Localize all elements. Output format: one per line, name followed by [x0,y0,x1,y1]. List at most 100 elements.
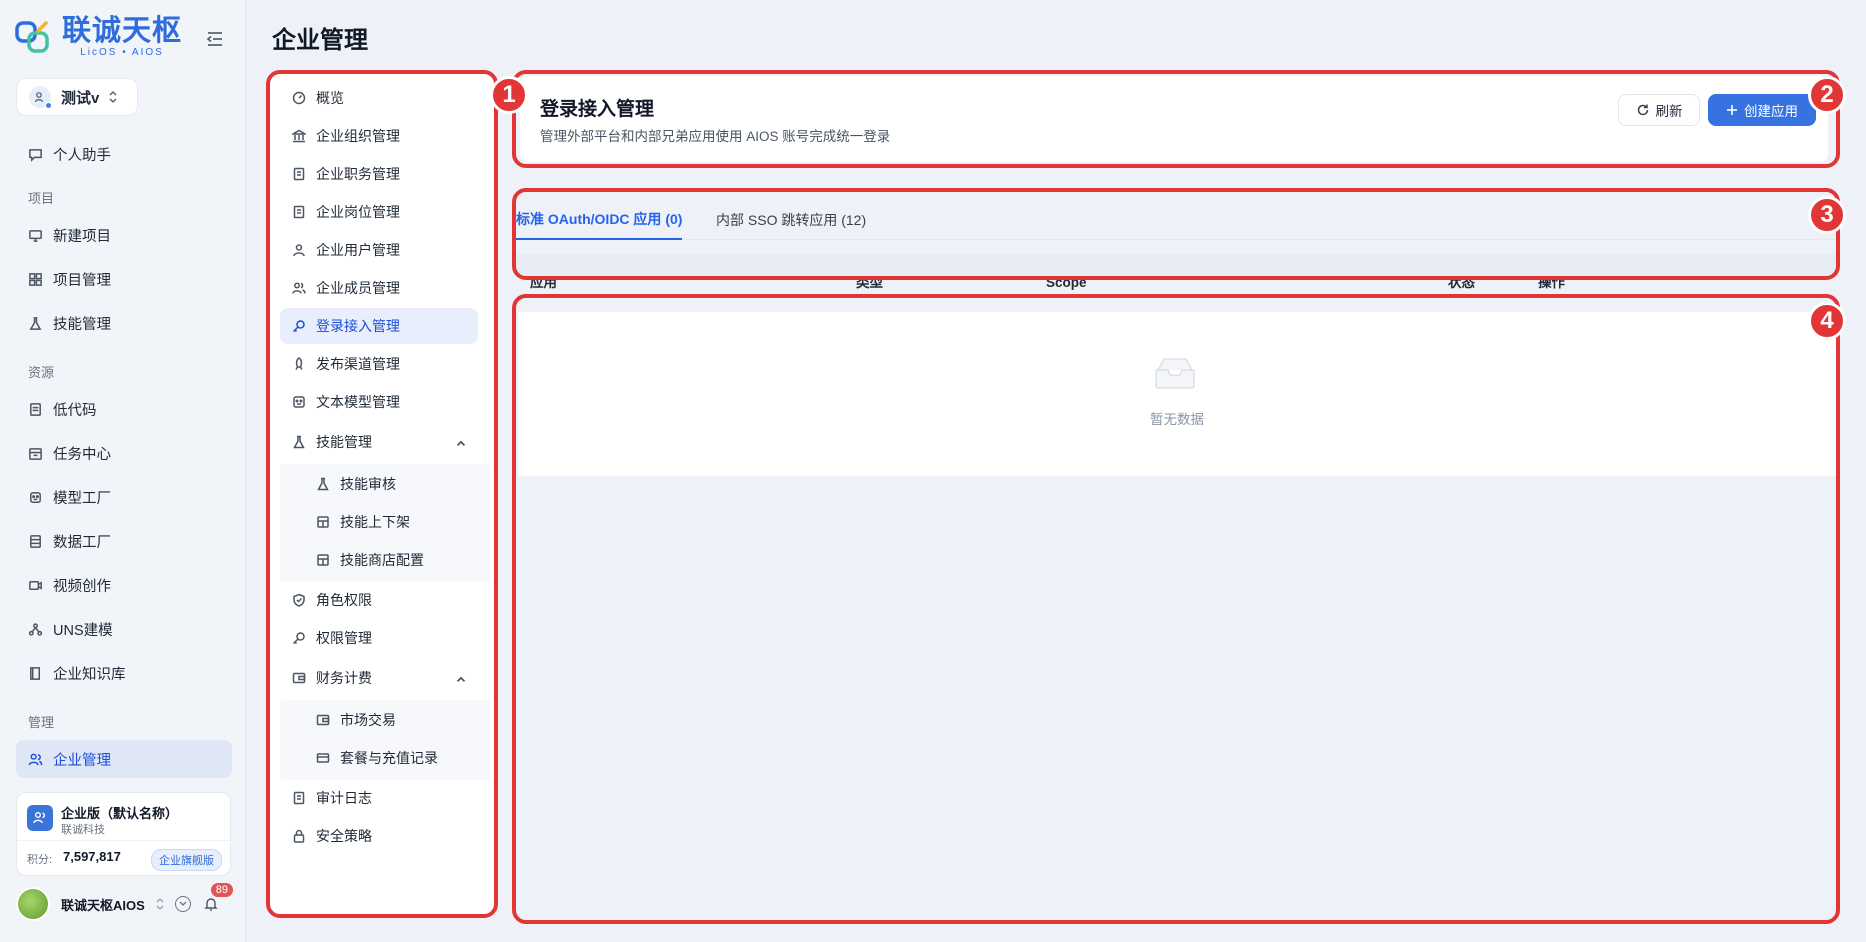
submenu-login-access-management[interactable]: 登录接入管理 [280,308,478,344]
nav-knowledge-base[interactable]: 企业知识库 [16,653,232,693]
nav-task-center[interactable]: 任务中心 [16,433,232,473]
wallet-icon [316,714,330,726]
network-icon [28,622,43,636]
nav-project-management[interactable]: 项目管理 [16,259,232,299]
clipboard-icon [293,205,305,219]
flask-icon [317,477,329,491]
avatar[interactable] [16,887,50,921]
nav-low-code[interactable]: 低代码 [16,389,232,429]
header-card: 登录接入管理 管理外部平台和内部兄弟应用使用 AIOS 账号完成统一登录 刷新 … [520,76,1828,162]
clipboard-icon [293,791,305,805]
submenu-audit-log[interactable]: 审计日志 [280,780,478,816]
flask-icon [29,316,42,330]
create-app-button[interactable]: 创建应用 [1708,94,1816,126]
plan-name: 企业版（默认名称） [61,806,179,821]
chevron-up-icon [456,440,466,446]
plan-card[interactable]: 企业版（默认名称） 联诚科技 积分: 7,597,817 企业旗舰版 [16,792,231,876]
annotation-badge-4: 4 [1808,302,1846,340]
nav-section-resources: 资源 [28,364,55,380]
nav-video-creation[interactable]: 视频创作 [16,565,232,605]
column-app: 应用 [530,276,557,290]
grid-icon [29,272,42,286]
workspace-avatar [29,86,52,109]
submenu-skill-review[interactable]: 技能审核 [280,466,478,502]
column-scope: Scope [1046,276,1087,290]
wallet-icon [292,672,306,684]
tab-internal-sso[interactable]: 内部 SSO 跳转应用 (12) [716,200,866,240]
chevron-updown-icon[interactable] [155,897,165,911]
submenu-position-management[interactable]: 企业岗位管理 [280,194,478,230]
empty-inbox-icon [1155,358,1195,389]
submenu-member-management[interactable]: 企业成员管理 [280,270,478,306]
nav-personal-assistant[interactable]: 个人助手 [16,134,232,174]
annotation-badge-1: 1 [490,76,528,114]
shield-icon [293,593,305,607]
nav-skill-management[interactable]: 技能管理 [16,303,232,343]
collapse-sidebar-icon[interactable] [204,28,226,50]
submenu-org-management[interactable]: 企业组织管理 [280,118,478,154]
submenu-publish-channel-management[interactable]: 发布渠道管理 [280,346,478,382]
user-name[interactable]: 联诚天枢AIOS [61,895,145,914]
bank-icon [292,129,306,143]
submenu-skill-store-config[interactable]: 技能商店配置 [280,542,478,578]
nav-enterprise-management[interactable]: 企业管理 [16,740,232,778]
app-logo[interactable]: 联诚天枢 LicOS • AIOS [14,14,182,60]
submenu-duty-management[interactable]: 企业职务管理 [280,156,478,192]
empty-text: 暂无数据 [1150,412,1204,427]
plan-badge: 企业旗舰版 [151,849,222,871]
refresh-button[interactable]: 刷新 [1618,94,1700,126]
lock-icon [293,829,305,843]
nav-data-factory[interactable]: 数据工厂 [16,521,232,561]
rocket-icon [295,357,303,370]
logo-subtitle: LicOS • AIOS [80,47,164,58]
workspace-switcher[interactable]: 测试v [16,78,138,116]
plus-icon [1727,105,1737,115]
page-title: 企业管理 [272,27,368,54]
sub-menu-panel: 概览 企业组织管理 企业职务管理 企业岗位管理 企业用户管理 企业成员管理 登录… [268,72,496,916]
submenu-skill-management[interactable]: 技能管理 [280,424,478,460]
dashboard-icon [292,91,306,105]
database-icon [30,534,41,548]
annotation-badge-3: 3 [1808,196,1846,234]
logo-title: 联诚天枢 [62,15,183,47]
nav-section-project: 项目 [28,190,55,206]
nav-new-project[interactable]: 新建项目 [16,215,232,255]
column-actions: 操作 [1538,276,1565,290]
logo-mark-icon [15,21,49,53]
app-sidebar: 联诚天枢 LicOS • AIOS 测试v 个人助手 项目 新建项目 项目管理 [0,0,246,942]
column-type: 类型 [856,276,883,290]
notification-count-badge: 89 [210,883,234,897]
user-row: 联诚天枢AIOS 89 [16,883,234,922]
enterprise-icon [27,805,53,831]
bell-icon [204,898,218,911]
submenu-security-policy[interactable]: 安全策略 [280,818,478,854]
submenu-user-management[interactable]: 企业用户管理 [280,232,478,268]
submenu-permission-management[interactable]: 权限管理 [280,620,478,656]
submenu-role-permissions[interactable]: 角色权限 [280,582,478,618]
submenu-plan-recharge-records[interactable]: 套餐与充值记录 [280,740,478,776]
chat-icon [29,148,42,162]
submenu-text-model-management[interactable]: 文本模型管理 [280,384,478,420]
nav-model-factory[interactable]: 模型工厂 [16,477,232,517]
table-empty-state: 暂无数据 [518,312,1836,476]
submenu-overview[interactable]: 概览 [280,80,478,116]
submenu-finance-billing[interactable]: 财务计费 [280,660,478,696]
robot-icon [30,491,41,503]
points-label: 积分: [27,854,53,866]
user-icon [293,244,305,257]
robot-icon [293,396,305,408]
nav-uns-modeling[interactable]: UNS建模 [16,609,232,649]
tab-oauth-oidc[interactable]: 标准 OAuth/OIDC 应用 (0) [516,200,683,240]
document-icon [30,402,41,416]
video-icon [29,580,42,590]
tabs-divider-strip [516,254,1836,278]
section-description: 管理外部平台和内部兄弟应用使用 AIOS 账号完成统一登录 [540,129,891,144]
workspace-name: 测试v [61,89,100,107]
submenu-skill-shelving[interactable]: 技能上下架 [280,504,478,540]
app-type-tabs: 标准 OAuth/OIDC 应用 (0) 内部 SSO 跳转应用 (12) [516,200,1836,240]
monitor-icon [29,229,42,242]
notification-bell[interactable]: 89 [203,883,234,912]
submenu-market-trade[interactable]: 市场交易 [280,702,478,738]
chevron-down-circle-icon[interactable] [174,896,191,912]
nav-section-management: 管理 [28,714,55,730]
